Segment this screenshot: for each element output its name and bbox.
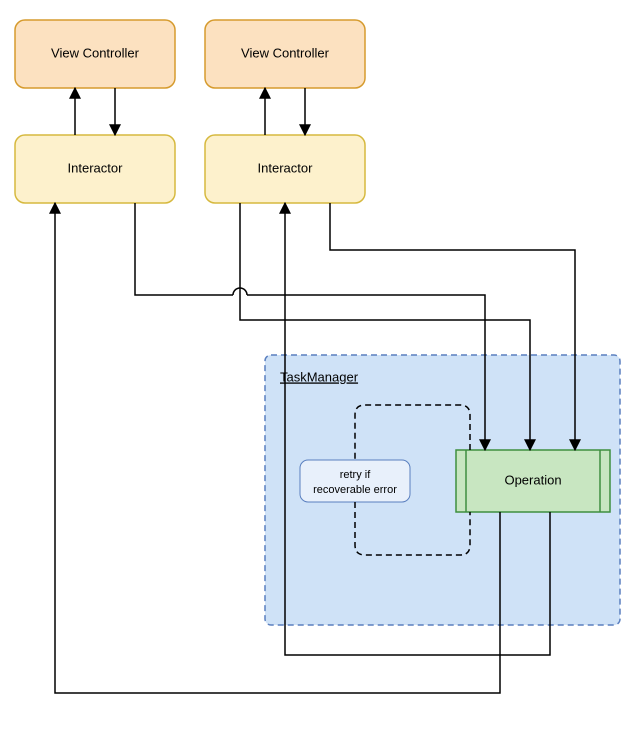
retry-label-1: retry if [340, 469, 372, 481]
diagram-canvas: TaskManager View Controller View Control… [0, 0, 632, 740]
taskmanager-title: TaskManager [280, 369, 359, 384]
interactor-1-label: Interactor [68, 160, 124, 175]
operation-label: Operation [504, 472, 561, 487]
view-controller-2-label: View Controller [241, 45, 330, 60]
view-controller-1-label: View Controller [51, 45, 140, 60]
retry-label-2: recoverable error [313, 484, 397, 496]
interactor-2: Interactor [205, 135, 365, 203]
interactor-2-label: Interactor [258, 160, 314, 175]
interactor-1: Interactor [15, 135, 175, 203]
view-controller-2: View Controller [205, 20, 365, 88]
view-controller-1: View Controller [15, 20, 175, 88]
retry-box: retry if recoverable error [300, 460, 410, 502]
operation-box: Operation [456, 450, 610, 512]
